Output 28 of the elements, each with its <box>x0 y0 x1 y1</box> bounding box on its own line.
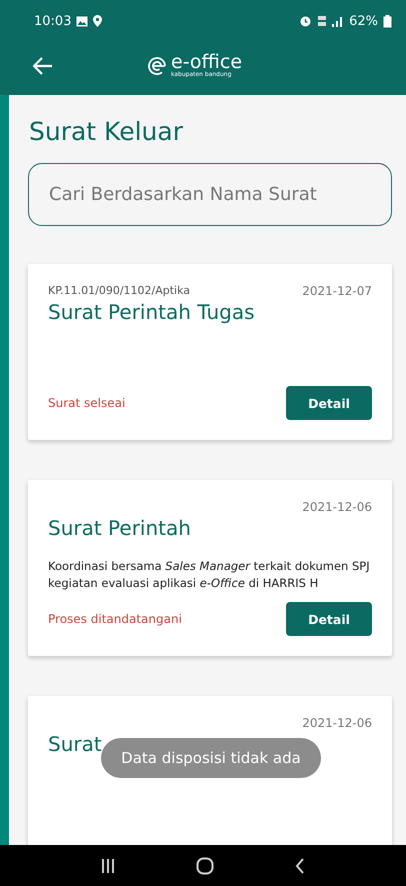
detail-button[interactable]: Detail <box>286 386 372 420</box>
back-icon[interactable] <box>295 858 306 874</box>
battery-icon <box>383 14 392 28</box>
signal-icon <box>332 16 344 26</box>
back-arrow-icon[interactable] <box>33 56 53 74</box>
toast-message: Data disposisi tidak ada <box>101 738 321 778</box>
home-icon[interactable] <box>196 856 214 874</box>
detail-button[interactable]: Detail <box>286 602 372 636</box>
letter-date: 2021-12-07 <box>302 284 372 298</box>
battery-level: 62% <box>349 14 378 28</box>
letter-title: Surat Perintah <box>48 516 192 540</box>
letter-number: KP.11.01/090/1102/Aptika <box>48 284 190 298</box>
letter-date: 2021-12-06 <box>302 500 372 514</box>
letter-title: Surat <box>48 732 103 756</box>
location-icon <box>93 15 102 27</box>
image-icon <box>76 16 88 26</box>
letter-date: 2021-12-06 <box>302 716 372 730</box>
letter-status: Surat selseai <box>48 396 126 410</box>
letter-description: Koordinasi bersama Sales Manager terkait dokumen SPJ kegiatan evaluasi aplikasi e-Office di HARRIS H <box>48 558 371 592</box>
letter-title: Surat Perintah Tugas <box>48 300 256 324</box>
recent-apps-icon[interactable] <box>100 858 115 874</box>
logo-text: e-office <box>171 53 242 72</box>
letter-status: Proses ditandatangani <box>48 612 182 626</box>
status-time: 10:03 <box>34 14 72 28</box>
search-field[interactable]: Cari Berdasarkan Nama Surat <box>28 163 392 226</box>
network-icon <box>317 15 328 27</box>
alarm-icon <box>299 15 312 27</box>
page-title: Surat Keluar <box>29 117 184 146</box>
